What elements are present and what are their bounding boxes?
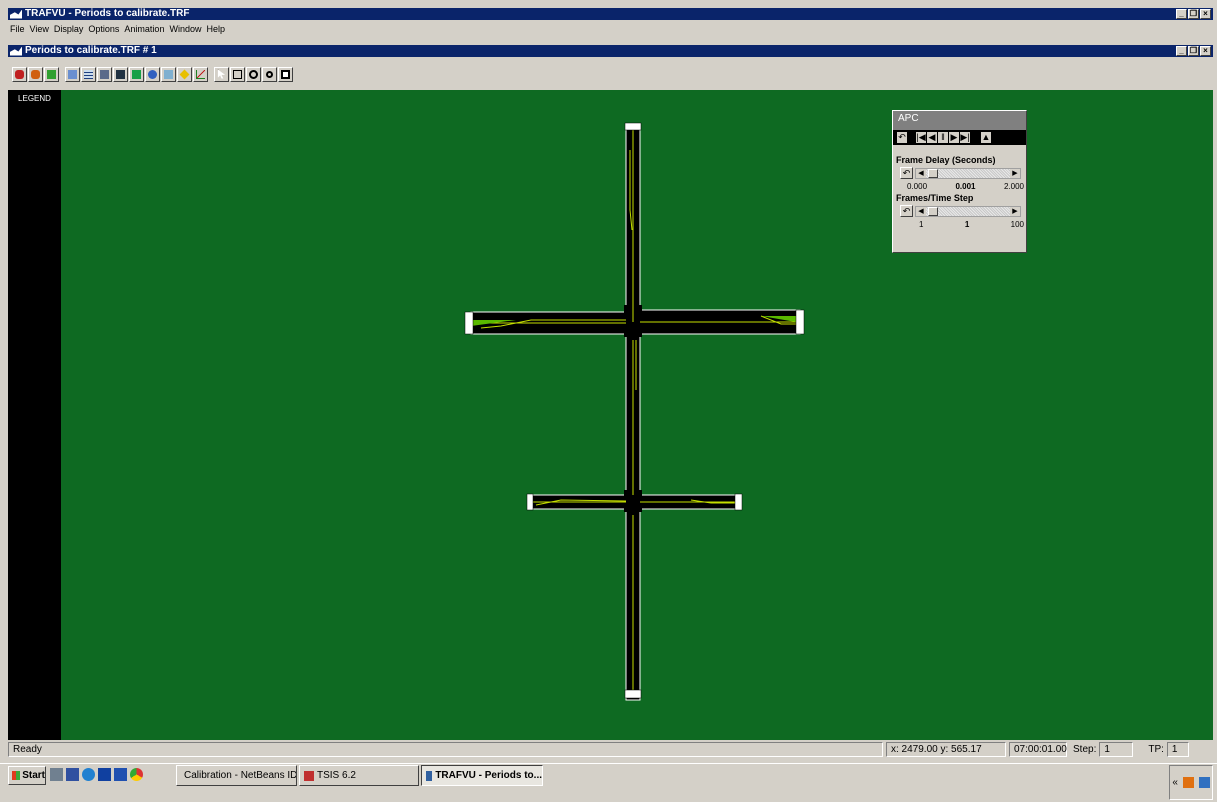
vehicle-color-icon[interactable] [28,66,43,82]
frame-delay-reset-icon[interactable]: ↶ [900,167,913,179]
frames-max: 100 [1010,220,1024,229]
graph-icon[interactable] [193,66,208,82]
app-icon-xe[interactable] [114,768,127,781]
ie-icon[interactable] [82,768,95,781]
signal-phase-icon[interactable] [113,66,128,82]
app-title: TRAFVU - Periods to calibrate.TRF [25,8,190,19]
zoom-extents-icon[interactable] [230,66,245,82]
step-label: Step: [1073,743,1097,755]
tp-value: 1 [1166,741,1189,757]
detector-icon[interactable] [145,66,160,82]
start-button[interactable]: Start [8,766,46,785]
child-close-button[interactable]: × [1200,46,1211,56]
grid-icon[interactable] [81,66,96,82]
app-icon-blue[interactable] [98,768,111,781]
legend-panel: LEGEND [8,90,61,740]
first-frame-icon[interactable]: |◀ [916,132,926,143]
windows-logo-icon [12,771,21,780]
tsis-icon [304,770,314,781]
lower-west-end-marker [526,493,534,511]
network-drawing [464,122,805,701]
zoom-in-icon[interactable] [246,66,261,82]
fit-window-icon[interactable] [278,66,293,82]
time-readout: 07:00:01.00 [1009,741,1067,757]
south-end-marker [624,689,642,699]
menu-options[interactable]: Options [88,24,119,34]
windows-taskbar: Start Calibration - NetBeans ID... TSIS … [0,763,1217,802]
coords-readout: x: 2479.00 y: 565.17 [886,741,1006,757]
link-icon[interactable] [129,66,144,82]
frames-value: 1 [964,220,970,229]
child-restore-button[interactable]: ❐ [1188,46,1199,56]
apc-playback-bar: ↶ |◀ ◀ ‖ ▶ ▶| ▲ [893,130,1026,145]
app-titlebar[interactable]: TRAFVU - Periods to calibrate.TRF _ ❐ × [8,8,1213,20]
apc-title[interactable]: APC [893,111,1026,130]
collapse-icon[interactable]: ▲ [981,132,991,143]
tp-label: TP: [1148,743,1164,755]
child-titlebar[interactable]: Periods to calibrate.TRF # 1 _ ❐ × [8,45,1213,57]
restore-button[interactable]: ❐ [1188,9,1199,19]
zoom-out-icon[interactable] [262,66,277,82]
frames-per-step-label: Frames/Time Step [896,193,974,203]
system-tray: « [1169,765,1213,800]
menu-view[interactable]: View [30,24,49,34]
frame-delay-label: Frame Delay (Seconds) [896,155,996,165]
menu-help[interactable]: Help [206,24,225,34]
frame-delay-value: 0.001 [955,182,976,191]
frames-reset-icon[interactable]: ↶ [900,205,913,217]
north-end-marker [624,122,642,131]
warning-icon[interactable] [177,66,192,82]
launcher-icon[interactable] [50,768,63,781]
task-trafvu[interactable]: TRAFVU - Periods to... [421,765,543,786]
node-icon[interactable] [65,66,80,82]
lower-east-end-marker [734,493,743,511]
menu-file[interactable]: File [10,24,25,34]
frame-delay-min: 0.000 [907,182,928,191]
tray-expand-icon[interactable]: « [1172,777,1178,788]
frame-delay-max: 2.000 [1003,182,1024,191]
last-frame-icon[interactable]: ▶| [960,132,970,143]
menu-animation[interactable]: Animation [124,24,164,34]
menu-display[interactable]: Display [54,24,84,34]
task-netbeans[interactable]: Calibration - NetBeans ID... [176,765,297,786]
frames-min: 1 [919,220,924,229]
child-icon [10,46,22,56]
close-button[interactable]: × [1200,9,1211,19]
vehicle-icon[interactable] [12,66,27,82]
chrome-icon[interactable] [130,768,143,781]
network-canvas[interactable]: APC ↶ |◀ ◀ ‖ ▶ ▶| ▲ Frame Delay (Seconds… [61,90,1213,740]
west-end-marker [464,311,474,335]
zoom-grid-icon[interactable] [97,66,112,82]
trafvu-app: TRAFVU - Periods to calibrate.TRF _ ❐ × … [0,0,1217,802]
pointer-icon[interactable] [214,66,229,82]
step-value: 1 [1099,741,1134,757]
legend-label: LEGEND [18,94,51,103]
rewind-icon[interactable]: ↶ [897,132,907,143]
sign-icon[interactable] [161,66,176,82]
menu-bar: File View Display Options Animation Wind… [8,21,1213,37]
child-minimize-button[interactable]: _ [1176,46,1187,56]
desktop-icon[interactable] [66,768,79,781]
trafvu-icon [426,770,433,781]
child-title: Periods to calibrate.TRF # 1 [25,45,157,56]
apc-panel: APC ↶ |◀ ◀ ‖ ▶ ▶| ▲ Frame Delay (Seconds… [892,110,1027,253]
status-bar: Ready x: 2479.00 y: 565.17 07:00:01.00 S… [8,740,1213,758]
east-end-marker [795,309,805,335]
network-icon[interactable] [1198,777,1210,788]
status-text: Ready [8,741,883,757]
tray-app-icon[interactable] [1182,777,1194,788]
step-back-icon[interactable]: ◀ [927,132,937,143]
toolbar [8,60,1213,88]
app-icon [10,9,22,19]
pause-icon[interactable]: ‖ [938,132,948,143]
vehicle-type-icon[interactable] [44,66,59,82]
task-tsis[interactable]: TSIS 6.2 [299,765,419,786]
minimize-button[interactable]: _ [1176,9,1187,19]
frame-delay-slider[interactable]: ↶ ◀ ▶ [900,167,1026,179]
step-forward-icon[interactable]: ▶ [949,132,959,143]
quick-launch [50,768,143,781]
frames-per-step-slider[interactable]: ↶ ◀ ▶ [900,205,1026,217]
menu-window[interactable]: Window [169,24,201,34]
